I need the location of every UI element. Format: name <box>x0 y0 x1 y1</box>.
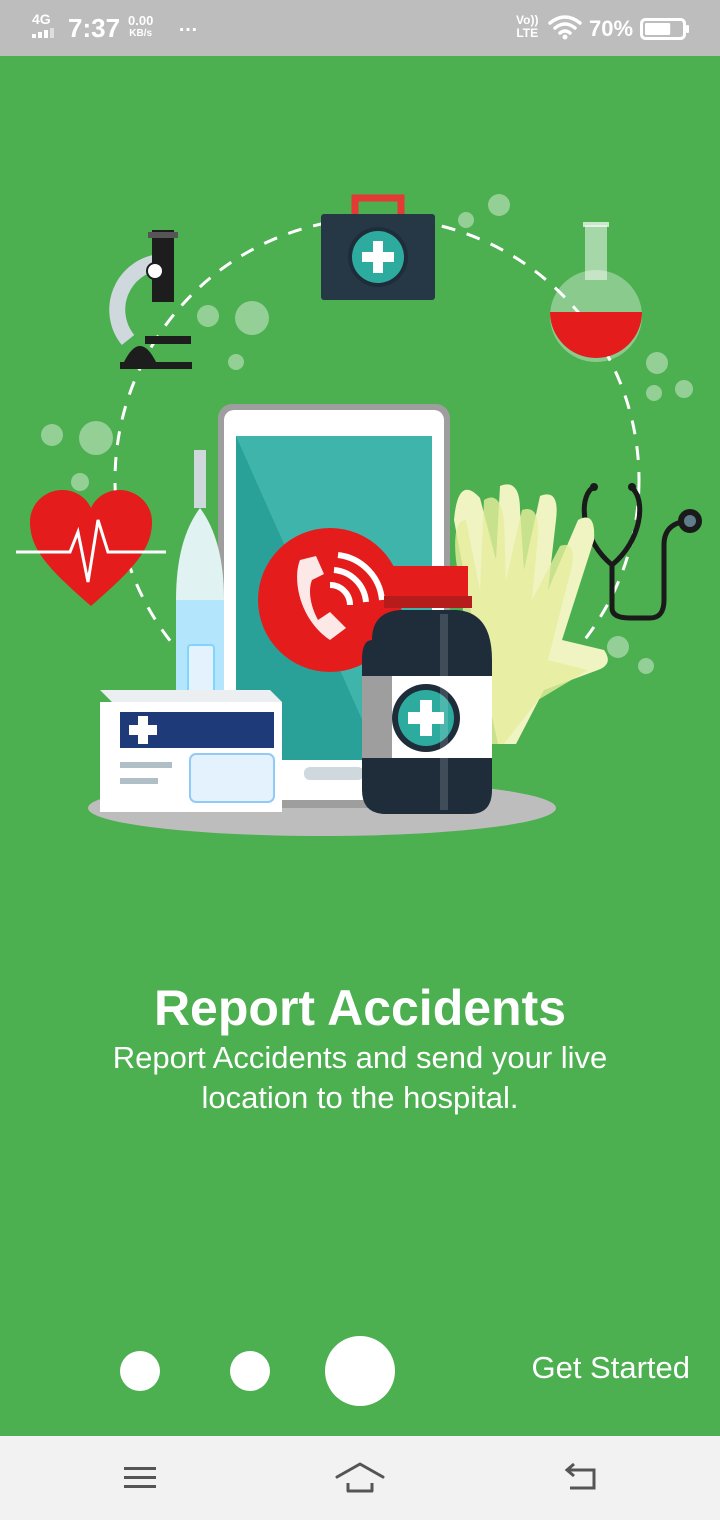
network-type: 4G <box>32 11 51 27</box>
battery-percent: 70% <box>589 16 634 41</box>
network-speed: 0.00 KB/s <box>128 14 153 40</box>
medical-card-icon <box>100 690 282 812</box>
page-indicator-2[interactable] <box>230 1351 270 1391</box>
back-button[interactable] <box>550 1452 610 1504</box>
flask-icon <box>550 222 642 362</box>
clock: 7:37 <box>68 13 121 43</box>
speed-value: 0.00 <box>128 13 154 28</box>
microscope-icon <box>109 230 192 369</box>
page-indicator-3-active[interactable] <box>325 1336 395 1406</box>
first-aid-kit-icon <box>321 194 435 300</box>
home-icon <box>335 1462 385 1493</box>
back-icon <box>564 1462 596 1490</box>
stethoscope-icon <box>581 483 702 621</box>
battery-icon <box>640 18 689 40</box>
wifi-icon <box>548 15 582 40</box>
menu-button[interactable] <box>110 1452 170 1504</box>
heartbeat-icon <box>16 490 166 606</box>
volte-indicator: Vo)) LTE <box>516 14 538 40</box>
more-notifications-icon: … <box>178 14 199 36</box>
speed-unit: KB/s <box>129 28 153 39</box>
get-started-button[interactable]: Get Started <box>500 1346 690 1390</box>
volte-bottom: LTE <box>516 26 539 40</box>
onboarding-description: Report Accidents and send your live loca… <box>112 1040 608 1115</box>
signal-icon <box>32 28 54 38</box>
volte-top: Vo)) <box>516 13 539 27</box>
onboarding-title: Report Accidents <box>153 980 567 1036</box>
navigation-bar <box>0 1436 720 1520</box>
medical-illustration <box>16 194 702 836</box>
status-bar: 4G 7:37 0.00 KB/s … Vo)) LTE 70% <box>0 0 720 56</box>
vial-icon <box>176 450 224 700</box>
home-button[interactable] <box>330 1452 390 1504</box>
menu-icon <box>124 1467 156 1488</box>
page-indicator-1[interactable] <box>120 1351 160 1391</box>
